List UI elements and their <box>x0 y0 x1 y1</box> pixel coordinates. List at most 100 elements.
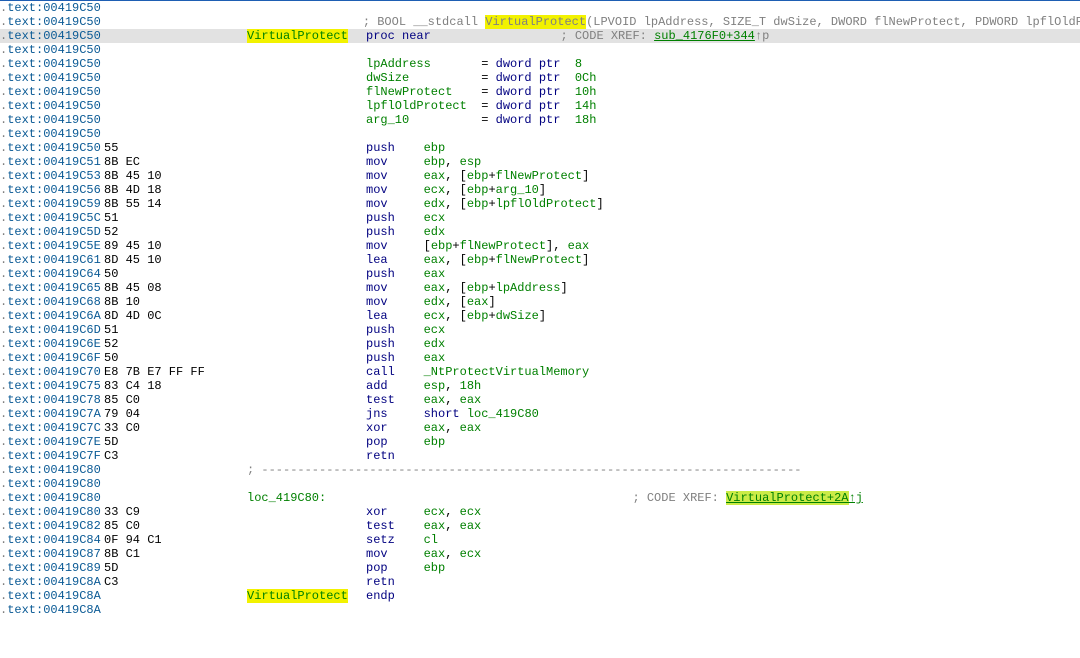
address[interactable]: .text:00419C56 <box>0 183 104 197</box>
proc-directive: proc near <box>366 29 560 43</box>
disasm-row[interactable]: .text:00419C80 <box>0 477 1080 491</box>
disasm-row[interactable]: .text:00419C8033 C9 xor ecx, ecx <box>0 505 1080 519</box>
address[interactable]: .text:00419C80 <box>0 463 104 477</box>
address[interactable]: .text:00419C6A <box>0 309 104 323</box>
address[interactable]: .text:00419C50 <box>0 57 104 71</box>
address[interactable]: .text:00419C89 <box>0 561 104 575</box>
address[interactable]: .text:00419C50 <box>0 113 104 127</box>
disasm-row[interactable]: .text:00419C6E52 push edx <box>0 337 1080 351</box>
address[interactable]: .text:00419C50 <box>0 1 104 15</box>
disasm-row[interactable]: .text:00419C840F 94 C1 setz cl <box>0 533 1080 547</box>
proc-end-row[interactable]: .text:00419C8A VirtualProtect endp <box>0 589 1080 603</box>
disasm-row[interactable]: .text:00419C658B 45 08 mov eax, [ebp+lpA… <box>0 281 1080 295</box>
address[interactable]: .text:00419C75 <box>0 379 104 393</box>
disasm-row[interactable]: .text:00419C5055 push ebp <box>0 141 1080 155</box>
disasm-row[interactable]: .text:00419C6A8D 4D 0C lea ecx, [ebp+dwS… <box>0 309 1080 323</box>
address[interactable]: .text:00419C84 <box>0 533 104 547</box>
disasm-row[interactable]: .text:00419C7885 C0 test eax, eax <box>0 393 1080 407</box>
local-var-row[interactable]: .text:00419C50 arg_10 = dword ptr 18h <box>0 113 1080 127</box>
disasm-row[interactable]: .text:00419C6F50 push eax <box>0 351 1080 365</box>
address[interactable]: .text:00419C5E <box>0 239 104 253</box>
address[interactable]: .text:00419C64 <box>0 267 104 281</box>
disasm-row-current[interactable]: .text:00419C50 VirtualProtect proc near … <box>0 29 1080 43</box>
disasm-row[interactable]: .text:00419C598B 55 14 mov edx, [ebp+lpf… <box>0 197 1080 211</box>
address[interactable]: .text:00419C7E <box>0 435 104 449</box>
disasm-row[interactable]: .text:00419C7A79 04 jns short loc_419C80 <box>0 407 1080 421</box>
address[interactable]: .text:00419C70 <box>0 365 104 379</box>
address[interactable]: .text:00419C50 <box>0 71 104 85</box>
mnemonic: add <box>366 379 424 393</box>
address[interactable]: .text:00419C8A <box>0 575 104 589</box>
address[interactable]: .text:00419C59 <box>0 197 104 211</box>
disasm-row[interactable]: .text:00419C70E8 7B E7 FF FF call _NtPro… <box>0 365 1080 379</box>
disasm-row[interactable]: .text:00419C50 ; BOOL __stdcall VirtualP… <box>0 15 1080 29</box>
address[interactable]: .text:00419C50 <box>0 127 104 141</box>
disasm-row[interactable]: .text:00419C5E89 45 10 mov [ebp+flNewPro… <box>0 239 1080 253</box>
var-name: flNewProtect <box>366 85 481 99</box>
disasm-row[interactable]: .text:00419C6D51 push ecx <box>0 323 1080 337</box>
hex-bytes: 85 C0 <box>104 393 247 407</box>
disasm-row[interactable]: .text:00419C5C51 push ecx <box>0 211 1080 225</box>
address[interactable]: .text:00419C80 <box>0 491 104 505</box>
address[interactable]: .text:00419C50 <box>0 43 104 57</box>
disasm-row[interactable]: .text:00419C50 <box>0 127 1080 141</box>
disasm-row[interactable]: .text:00419C50 <box>0 1 1080 15</box>
address[interactable]: .text:00419C50 <box>0 85 104 99</box>
label-col <box>247 337 366 351</box>
disasm-row[interactable]: .text:00419C7FC3 retn <box>0 449 1080 463</box>
address[interactable]: .text:00419C50 <box>0 29 104 43</box>
loc-label-row[interactable]: .text:00419C80 loc_419C80: ; CODE XREF: … <box>0 491 1080 505</box>
address[interactable]: .text:00419C7A <box>0 407 104 421</box>
address[interactable]: .text:00419C6F <box>0 351 104 365</box>
disasm-row[interactable]: .text:00419C7583 C4 18 add esp, 18h <box>0 379 1080 393</box>
address[interactable]: .text:00419C65 <box>0 281 104 295</box>
address[interactable]: .text:00419C80 <box>0 505 104 519</box>
address[interactable]: .text:00419C8A <box>0 589 104 603</box>
code-xref[interactable]: ; CODE XREF: VirtualProtect+2A↑j <box>632 491 862 505</box>
hex-bytes: 83 C4 18 <box>104 379 247 393</box>
local-var-row[interactable]: .text:00419C50 lpflOldProtect = dword pt… <box>0 99 1080 113</box>
disasm-row[interactable]: .text:00419C7C33 C0 xor eax, eax <box>0 421 1080 435</box>
address[interactable]: .text:00419C53 <box>0 169 104 183</box>
address[interactable]: .text:00419C50 <box>0 99 104 113</box>
disasm-row[interactable]: .text:00419C538B 45 10 mov eax, [ebp+flN… <box>0 169 1080 183</box>
mnemonic: push <box>366 141 424 155</box>
address[interactable]: .text:00419C82 <box>0 519 104 533</box>
address[interactable]: .text:00419C7F <box>0 449 104 463</box>
disasm-row[interactable]: .text:00419C568B 4D 18 mov ecx, [ebp+arg… <box>0 183 1080 197</box>
address[interactable]: .text:00419C50 <box>0 141 104 155</box>
address[interactable]: .text:00419C68 <box>0 295 104 309</box>
address[interactable]: .text:00419C51 <box>0 155 104 169</box>
address[interactable]: .text:00419C5D <box>0 225 104 239</box>
address[interactable]: .text:00419C6E <box>0 337 104 351</box>
disasm-row[interactable]: .text:00419C8285 C0 test eax, eax <box>0 519 1080 533</box>
address[interactable]: .text:00419C7C <box>0 421 104 435</box>
address[interactable]: .text:00419C61 <box>0 253 104 267</box>
disasm-row[interactable]: .text:00419C688B 10 mov edx, [eax] <box>0 295 1080 309</box>
disasm-row[interactable]: .text:00419C50 <box>0 43 1080 57</box>
proc-name[interactable]: VirtualProtect <box>247 29 366 43</box>
disasm-row[interactable]: .text:00419C7E5D pop ebp <box>0 435 1080 449</box>
disasm-row[interactable]: .text:00419C878B C1 mov eax, ecx <box>0 547 1080 561</box>
address[interactable]: .text:00419C87 <box>0 547 104 561</box>
disasm-row[interactable]: .text:00419C518B EC mov ebp, esp <box>0 155 1080 169</box>
disasm-row[interactable]: .text:00419C6450 push eax <box>0 267 1080 281</box>
disasm-row[interactable]: .text:00419C5D52 push edx <box>0 225 1080 239</box>
address[interactable]: .text:00419C78 <box>0 393 104 407</box>
address[interactable]: .text:00419C50 <box>0 15 101 29</box>
address[interactable]: .text:00419C5C <box>0 211 104 225</box>
disasm-row[interactable]: .text:00419C895D pop ebp <box>0 561 1080 575</box>
mnemonic: push <box>366 351 424 365</box>
disasm-row[interactable]: .text:00419C618D 45 10 lea eax, [ebp+flN… <box>0 253 1080 267</box>
disasm-row[interactable]: .text:00419C8A <box>0 603 1080 617</box>
label-col <box>247 309 366 323</box>
local-var-row[interactable]: .text:00419C50 lpAddress = dword ptr 8 <box>0 57 1080 71</box>
code-xref[interactable]: ; CODE XREF: sub_4176F0+344↑p <box>560 29 769 43</box>
address[interactable]: .text:00419C6D <box>0 323 104 337</box>
address[interactable]: .text:00419C8A <box>0 603 104 617</box>
address[interactable]: .text:00419C80 <box>0 477 104 491</box>
disassembly-listing[interactable]: .text:00419C50.text:00419C50 ; BOOL __st… <box>0 1 1080 617</box>
local-var-row[interactable]: .text:00419C50 flNewProtect = dword ptr … <box>0 85 1080 99</box>
local-var-row[interactable]: .text:00419C50 dwSize = dword ptr 0Ch <box>0 71 1080 85</box>
disasm-row[interactable]: .text:00419C8AC3 retn <box>0 575 1080 589</box>
